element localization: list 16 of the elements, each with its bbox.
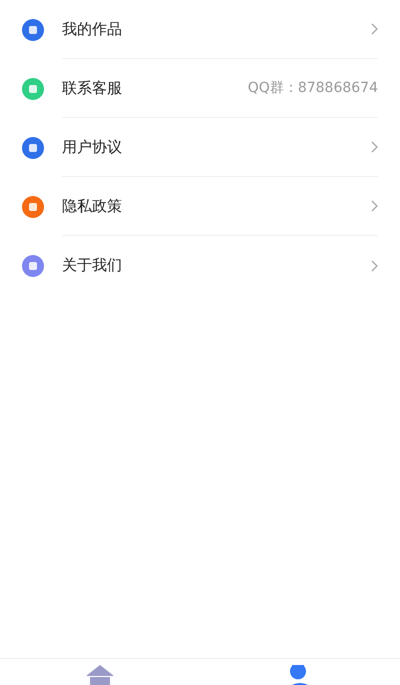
menu-label: 联系客服	[62, 78, 123, 99]
menu-label: 用户协议	[62, 136, 123, 158]
menu-label: 关于我们	[62, 255, 123, 276]
menu-item[interactable]: 用户协议	[0, 118, 400, 177]
home-icon[interactable]	[86, 665, 114, 685]
menu-label: 隐私政策	[62, 196, 123, 217]
menu-item[interactable]: 联系客服 QQ群：878868674	[0, 59, 400, 118]
qq-group-text: QQ群：878868674	[248, 78, 378, 98]
chevron-right-icon	[371, 23, 378, 35]
chevron-right-icon	[371, 141, 378, 153]
chevron-right-icon	[371, 200, 378, 212]
menu-item[interactable]: 隐私政策	[0, 177, 400, 236]
menu-item[interactable]: 我的作品	[0, 0, 400, 59]
menu-item[interactable]: 关于我们	[0, 236, 400, 295]
chevron-right-icon	[371, 260, 378, 272]
menu-label: 我的作品	[62, 18, 123, 40]
